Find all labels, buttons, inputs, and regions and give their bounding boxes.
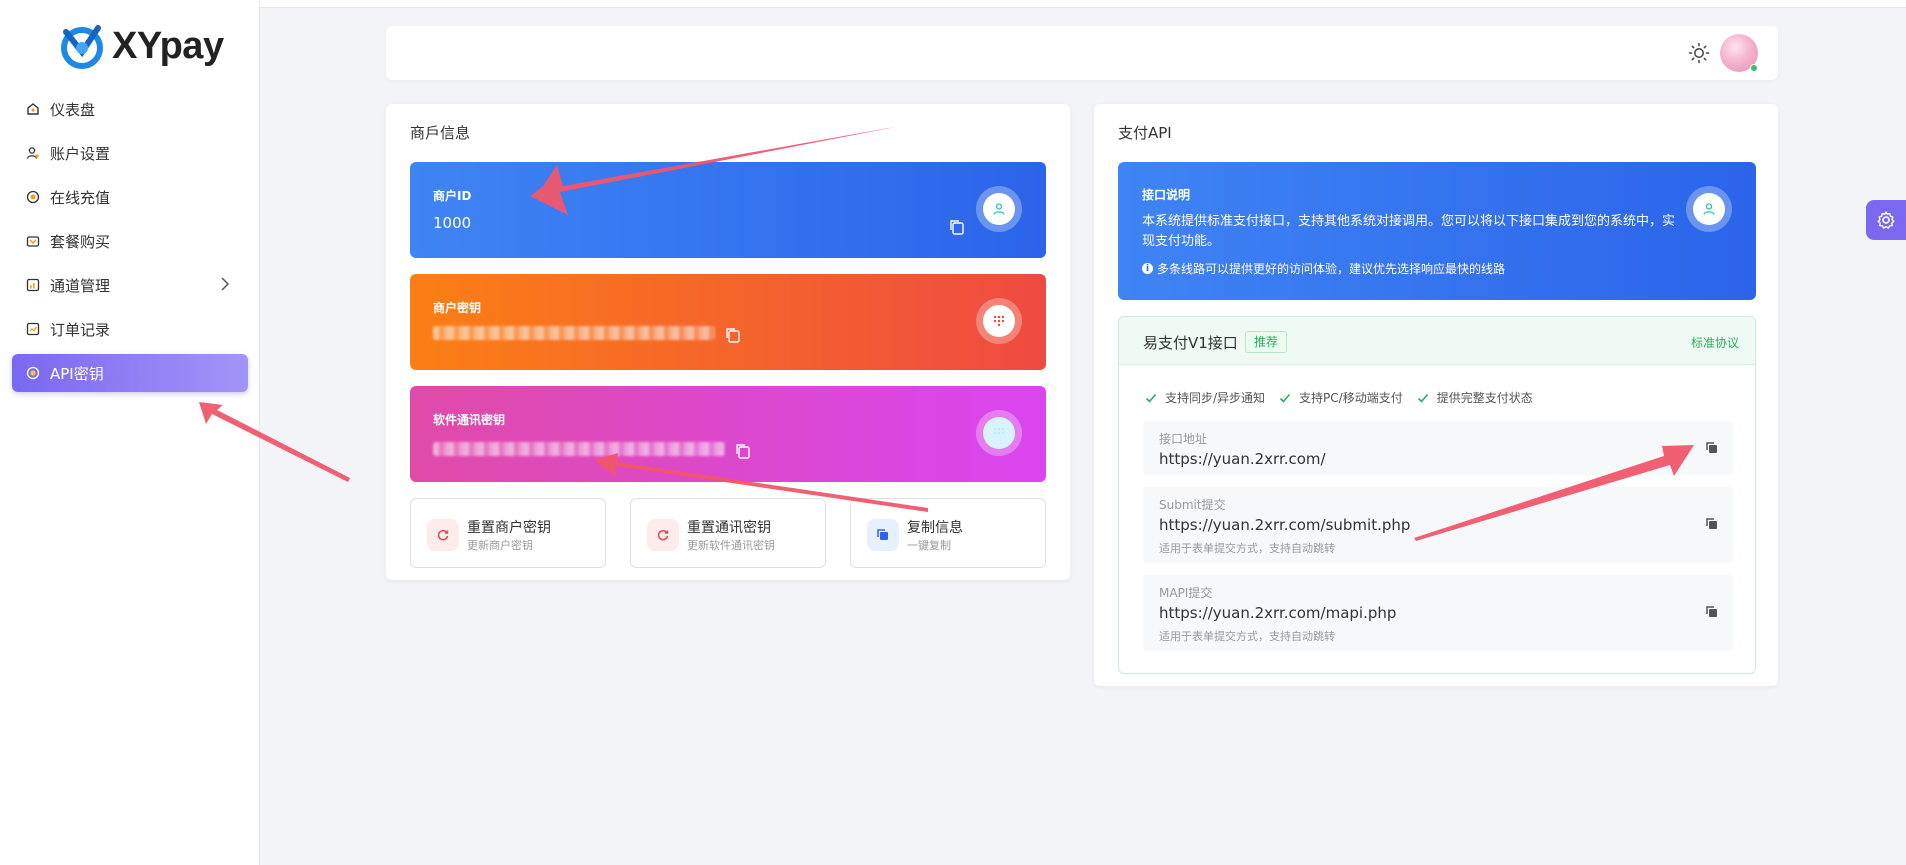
api-name: 易支付V1接口 (1143, 334, 1238, 352)
action-subtitle: 一键复制 (907, 539, 951, 552)
copy-icon[interactable] (1705, 517, 1719, 531)
sidebar-item-label: 套餐购买 (50, 232, 111, 251)
brand-logo[interactable]: XYpay (58, 22, 224, 70)
panel-title: 商戶信息 (410, 124, 471, 142)
sidebar-item-label: API密钥 (50, 364, 104, 383)
feature-text: 提供完整支付状态 (1436, 391, 1533, 405)
sidebar-item-packages[interactable]: 套餐购买 (12, 222, 248, 260)
copy-info-button[interactable]: 复制信息 一键复制 (850, 498, 1046, 568)
action-title: 复制信息 (907, 520, 963, 536)
list-icon (26, 322, 40, 336)
endpoint-url: https://yuan.2xrr.com/ (1159, 450, 1326, 468)
standard-protocol-link[interactable]: 标准协议 (1691, 334, 1739, 351)
card-label: 商户ID (433, 189, 472, 203)
copy-icon[interactable] (1705, 441, 1719, 455)
recommend-badge: 推荐 (1245, 331, 1288, 353)
software-key-card: 软件通讯密钥 (410, 386, 1046, 482)
grid-badge-icon (976, 410, 1022, 456)
sidebar-item-api-keys[interactable]: API密钥 (12, 354, 248, 392)
sidebar-item-account[interactable]: 账户设置 (12, 134, 248, 172)
reset-merchant-key-button[interactable]: 重置商户密钥 更新商户密钥 (410, 498, 606, 568)
action-title: 重置通讯密钥 (687, 520, 771, 536)
card-label: 商户密钥 (433, 301, 482, 315)
endpoint-base: 接口地址 https://yuan.2xrr.com/ (1143, 421, 1733, 475)
gear-icon (1877, 211, 1895, 229)
check-icon (1145, 393, 1157, 403)
feature-list: 支持同步/异步通知 支持PC/移动端支付 提供完整支付状态 (1145, 389, 1547, 406)
sidebar-item-dashboard[interactable]: 仪表盘 (12, 90, 248, 128)
dashboard-icon (26, 102, 40, 116)
endpoint-label: Submit提交 (1159, 498, 1226, 512)
top-bar (260, 0, 1906, 8)
user-icon (26, 146, 40, 160)
endpoint-label: MAPI提交 (1159, 586, 1213, 600)
feature-text: 支持PC/移动端支付 (1299, 391, 1403, 405)
online-status-dot (1750, 64, 1758, 72)
merchant-info-panel: 商戶信息 商户ID 1000 商户密钥 软件通讯密钥 重置商户密钥 更新商户密钥… (386, 104, 1070, 580)
badge-container (1118, 162, 1756, 300)
brand-logo-icon (61, 25, 103, 69)
copy-icon[interactable] (724, 326, 742, 344)
feature-item: 支持同步/异步通知 (1145, 389, 1265, 406)
sidebar-item-label: 订单记录 (50, 320, 111, 339)
api-info-card: 接口说明 本系统提供标准支付接口，支持其他系统对接调用。您可以将以下接口集成到您… (1118, 162, 1756, 300)
settings-button[interactable] (1866, 200, 1906, 240)
copy-icon[interactable] (1705, 605, 1719, 619)
endpoint-url: https://yuan.2xrr.com/mapi.php (1159, 604, 1397, 622)
sidebar: XYpay 仪表盘 账户设置 在线充值 套餐购买 通道管理 订单记录 API密钥 (0, 0, 260, 865)
brand-name: XYpay (112, 24, 224, 67)
theme-toggle-icon[interactable] (1688, 42, 1710, 64)
action-subtitle: 更新商户密钥 (467, 539, 533, 552)
sidebar-nav: 仪表盘 账户设置 在线充值 套餐购买 通道管理 订单记录 API密钥 (12, 90, 248, 398)
api-header: 易支付V1接口 推荐 标准协议 (1119, 317, 1755, 365)
copy-icon (867, 519, 899, 551)
reset-comm-key-button[interactable]: 重置通讯密钥 更新软件通讯密钥 (630, 498, 826, 568)
copy-icon[interactable] (948, 218, 966, 236)
cart-icon (26, 234, 40, 248)
dots-badge-icon (976, 298, 1022, 344)
feature-text: 支持同步/异步通知 (1165, 391, 1266, 405)
merchant-id-value: 1000 (433, 214, 472, 232)
header-bar (386, 26, 1778, 80)
sidebar-item-recharge[interactable]: 在线充值 (12, 178, 248, 216)
coin-icon (26, 190, 40, 204)
feature-item: 支持PC/移动端支付 (1279, 389, 1403, 406)
sidebar-item-label: 仪表盘 (50, 100, 96, 119)
sidebar-item-label: 通道管理 (50, 276, 111, 295)
sidebar-item-channels[interactable]: 通道管理 (12, 266, 248, 304)
panel-title: 支付API (1118, 124, 1172, 142)
card-label: 软件通讯密钥 (433, 413, 506, 427)
check-icon (1279, 393, 1291, 403)
merchant-id-card: 商户ID 1000 (410, 162, 1046, 258)
feature-item: 提供完整支付状态 (1417, 389, 1533, 406)
key-icon (26, 366, 40, 380)
endpoint-label: 接口地址 (1159, 432, 1208, 446)
user-badge-icon (976, 186, 1022, 232)
action-subtitle: 更新软件通讯密钥 (687, 539, 775, 552)
pay-api-panel: 支付API 接口说明 本系统提供标准支付接口，支持其他系统对接调用。您可以将以下… (1094, 104, 1778, 686)
merchant-key-masked (433, 326, 715, 340)
endpoint-note: 适用于表单提交方式，支持自动跳转 (1159, 630, 1335, 643)
check-icon (1417, 393, 1428, 403)
software-key-masked (433, 442, 725, 456)
refresh-icon (427, 519, 459, 551)
refresh-icon (647, 519, 679, 551)
sidebar-item-orders[interactable]: 订单记录 (12, 310, 248, 348)
endpoint-note: 适用于表单提交方式，支持自动跳转 (1159, 542, 1335, 555)
api-v1-box: 易支付V1接口 推荐 标准协议 支持同步/异步通知 支持PC/移动端支付 提供完… (1118, 316, 1756, 674)
user-badge-icon (1686, 186, 1732, 232)
merchant-key-card: 商户密钥 (410, 274, 1046, 370)
chart-icon (26, 278, 40, 292)
endpoint-submit: Submit提交 https://yuan.2xrr.com/submit.ph… (1143, 487, 1733, 563)
sidebar-item-label: 账户设置 (50, 144, 111, 163)
action-title: 重置商户密钥 (467, 520, 551, 536)
sidebar-item-label: 在线充值 (50, 188, 111, 207)
endpoint-mapi: MAPI提交 https://yuan.2xrr.com/mapi.php 适用… (1143, 575, 1733, 651)
endpoint-url: https://yuan.2xrr.com/submit.php (1159, 516, 1411, 534)
chevron-right-icon (221, 277, 230, 291)
copy-icon[interactable] (734, 442, 752, 460)
